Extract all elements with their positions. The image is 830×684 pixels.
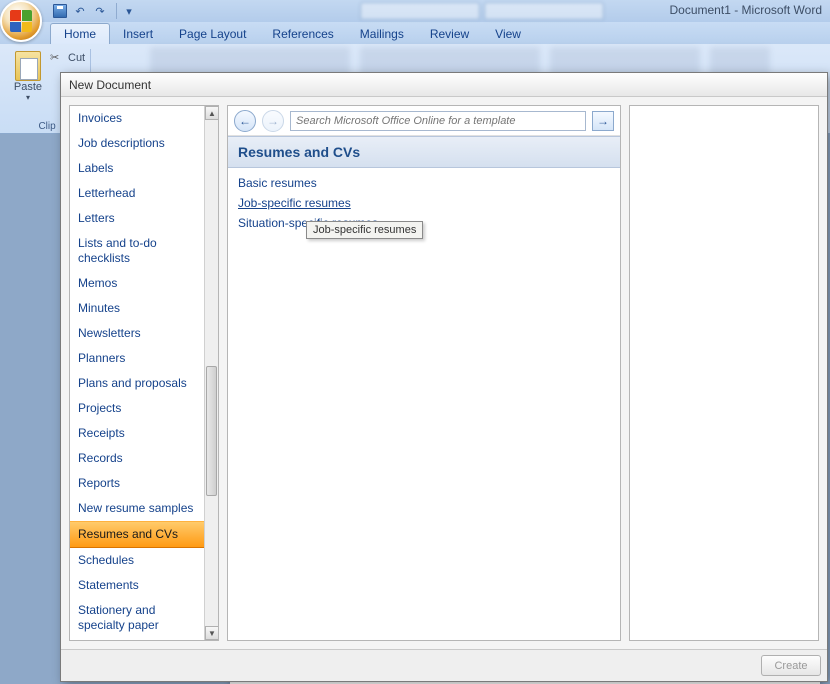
- category-item[interactable]: Planners: [70, 346, 204, 371]
- window-title: Document1 - Microsoft Word: [670, 3, 823, 17]
- template-main-pane: ← → → Resumes and CVs Basic resumes Job-s…: [227, 105, 621, 641]
- paste-icon: [15, 51, 41, 81]
- paste-dropdown-icon[interactable]: ▾: [26, 93, 30, 102]
- template-category-sidebar: InvoicesJob descriptionsLabelsLetterhead…: [69, 105, 219, 641]
- tab-page-layout[interactable]: Page Layout: [166, 24, 259, 44]
- category-item[interactable]: Records: [70, 446, 204, 471]
- arrow-right-icon: →: [267, 114, 279, 128]
- category-item[interactable]: Reports: [70, 471, 204, 496]
- tab-review[interactable]: Review: [417, 24, 482, 44]
- tooltip: Job-specific resumes: [306, 221, 423, 239]
- scroll-up-button[interactable]: ▲: [205, 106, 219, 120]
- category-item[interactable]: New resume samples: [70, 496, 204, 521]
- create-button[interactable]: Create: [761, 655, 821, 676]
- nav-back-button[interactable]: ←: [234, 110, 256, 132]
- tab-mailings[interactable]: Mailings: [347, 24, 417, 44]
- dialog-title: New Document: [61, 73, 827, 97]
- tab-insert[interactable]: Insert: [110, 24, 166, 44]
- tab-view[interactable]: View: [482, 24, 534, 44]
- category-item[interactable]: Statements: [70, 573, 204, 598]
- ribbon-tabs: Home Insert Page Layout References Maili…: [0, 22, 830, 44]
- arrow-right-icon: →: [597, 114, 609, 128]
- template-preview-pane: [629, 105, 819, 641]
- category-item[interactable]: Projects: [70, 396, 204, 421]
- search-go-button[interactable]: →: [592, 111, 614, 131]
- tab-references[interactable]: References: [259, 24, 346, 44]
- dialog-body: InvoicesJob descriptionsLabelsLetterhead…: [61, 97, 827, 649]
- office-button[interactable]: [0, 0, 42, 42]
- template-heading: Resumes and CVs: [228, 136, 620, 168]
- arrow-left-icon: ←: [239, 114, 251, 128]
- category-item[interactable]: Memos: [70, 271, 204, 296]
- category-item[interactable]: Plans and proposals: [70, 371, 204, 396]
- nav-forward-button[interactable]: →: [262, 110, 284, 132]
- scroll-thumb[interactable]: [206, 366, 217, 496]
- category-item[interactable]: Job descriptions: [70, 131, 204, 156]
- qat-redo[interactable]: ↷: [90, 1, 110, 21]
- qat-undo[interactable]: ↶: [70, 1, 90, 21]
- category-item[interactable]: Letters: [70, 206, 204, 231]
- category-item[interactable]: Invoices: [70, 106, 204, 131]
- template-search-input[interactable]: [290, 111, 586, 131]
- qat-separator: [112, 3, 117, 19]
- dialog-footer: Create: [61, 649, 827, 681]
- category-item[interactable]: Letterhead: [70, 181, 204, 206]
- quick-access-toolbar: ↶ ↷ ▾: [50, 0, 139, 22]
- template-subcategory-list: Basic resumesJob-specific resumesSituati…: [228, 168, 620, 238]
- scroll-down-button[interactable]: ▼: [205, 626, 219, 640]
- qat-save[interactable]: [50, 1, 70, 21]
- category-item[interactable]: Minutes: [70, 296, 204, 321]
- cut-label: Cut: [68, 52, 85, 64]
- category-item[interactable]: Lists and to-do checklists: [70, 231, 204, 271]
- category-item[interactable]: Time sheets: [70, 638, 204, 640]
- qat-customize[interactable]: ▾: [119, 1, 139, 21]
- template-subcategory-link[interactable]: Basic resumes: [238, 176, 317, 190]
- category-item[interactable]: Schedules: [70, 548, 204, 573]
- tab-home[interactable]: Home: [50, 23, 110, 44]
- category-item[interactable]: Labels: [70, 156, 204, 181]
- paste-button[interactable]: Paste ▾: [9, 49, 47, 102]
- titlebar: ↶ ↷ ▾ Document1 - Microsoft Word: [0, 0, 830, 22]
- category-item[interactable]: Stationery and specialty paper: [70, 598, 204, 638]
- category-item[interactable]: Receipts: [70, 421, 204, 446]
- scissors-icon: ✂: [50, 51, 64, 65]
- cut-button[interactable]: ✂ Cut: [50, 51, 85, 65]
- sidebar-scrollbar[interactable]: ▲ ▼: [204, 106, 218, 640]
- category-item[interactable]: Resumes and CVs: [70, 521, 204, 548]
- save-icon: [53, 4, 67, 18]
- office-logo-icon: [10, 10, 32, 32]
- background-window-tabs: [360, 2, 604, 20]
- template-subcategory-link[interactable]: Job-specific resumes: [238, 196, 351, 210]
- new-document-dialog: New Document InvoicesJob descriptionsLab…: [60, 72, 828, 682]
- paste-label: Paste: [14, 81, 42, 93]
- template-toolbar: ← → →: [228, 106, 620, 136]
- category-item[interactable]: Newsletters: [70, 321, 204, 346]
